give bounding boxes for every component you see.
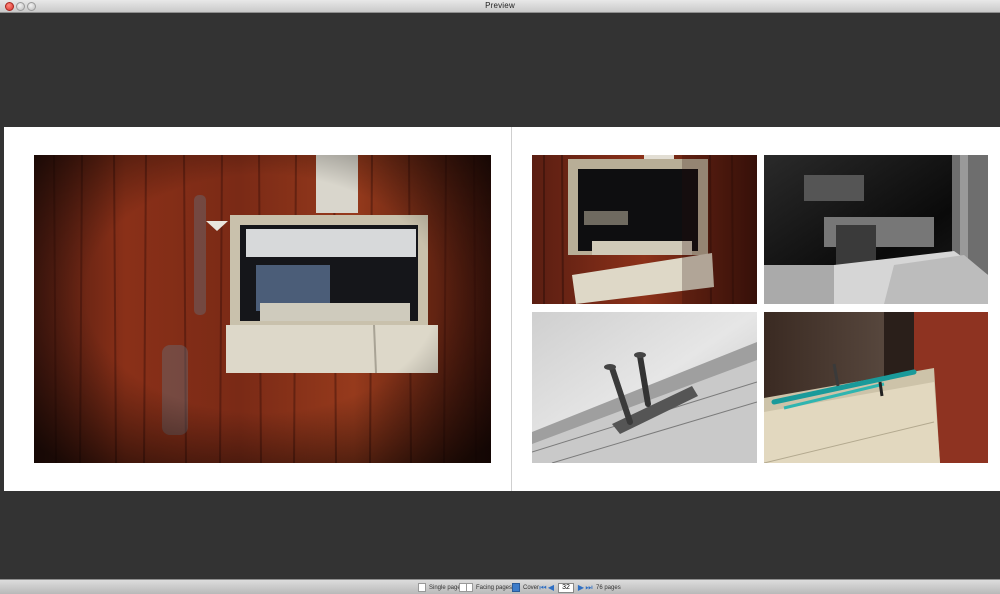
preview-window: Preview Single page Facing pages Cover ⏮… [0,0,1000,594]
photo-teal-wire[interactable] [764,312,988,463]
facing-pages-icon [459,583,473,592]
last-page-icon[interactable]: ⏭ [585,583,593,592]
total-pages-label: 76 pages [596,584,621,591]
cover-icon [512,583,520,592]
photo-window-closeup[interactable] [532,155,757,304]
single-page-label: Single page [429,584,461,591]
photo-bw-nails[interactable] [532,312,757,463]
photo-bw-interior[interactable] [764,155,988,304]
single-page-icon [418,583,426,592]
window-title: Preview [485,1,515,10]
photo-rusty-window[interactable] [34,155,491,463]
single-page-option[interactable]: Single page [418,583,461,592]
facing-pages-option[interactable]: Facing pages [459,583,512,592]
next-page-icon[interactable]: ▶ [577,583,585,592]
cover-option[interactable]: Cover [512,583,539,592]
facing-pages-label: Facing pages [476,584,513,591]
previous-page-icon[interactable]: ◀ [547,583,555,592]
first-page-icon[interactable]: ⏮ [539,583,547,592]
spread-gutter [511,127,512,491]
cover-label: Cover [523,584,540,591]
preview-stage [0,14,1000,579]
book-spread [4,127,1000,491]
page-navigation: ⏮ ◀ 32 ▶ ⏭ 76 pages [539,582,621,593]
current-page-field[interactable]: 32 [558,582,574,593]
title-bar[interactable]: Preview [0,0,1000,13]
status-bar: Single page Facing pages Cover ⏮ ◀ 32 ▶ … [0,579,1000,594]
